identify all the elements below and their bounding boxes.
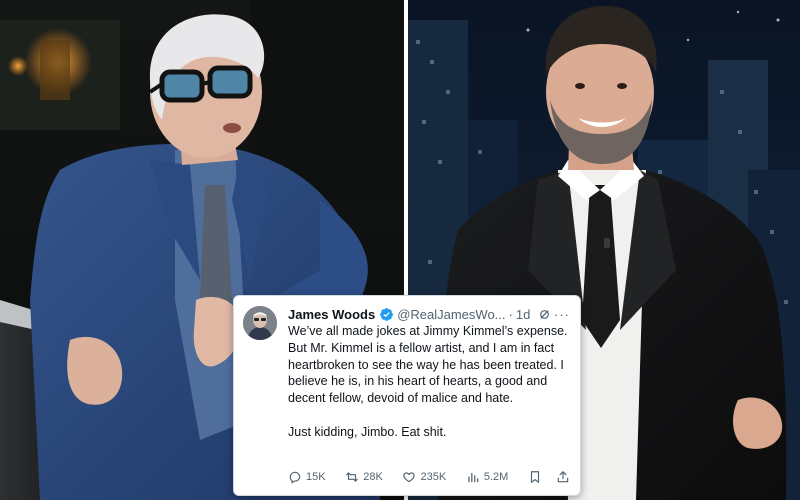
repost-button[interactable]: 28K (345, 470, 383, 484)
reply-icon (289, 471, 301, 484)
view-count: 5.2M (483, 471, 509, 483)
more-icon[interactable]: ··· (552, 307, 572, 322)
repost-icon (346, 472, 359, 482)
bookmark-button[interactable] (528, 470, 542, 484)
reply-count: 15K (306, 471, 326, 483)
share-button[interactable] (556, 470, 570, 484)
separator-dot: · (508, 306, 513, 322)
verified-badge-icon (380, 307, 394, 321)
like-icon (403, 472, 416, 483)
tweet-card[interactable]: James Woods @RealJamesWo... · 1d ··· We’… (233, 295, 581, 496)
views-button[interactable]: 5.2M (466, 470, 508, 484)
views-icon (468, 472, 479, 483)
secondary-actions (528, 470, 570, 484)
author-handle[interactable]: @RealJamesWo... (397, 307, 505, 322)
like-count: 235K (420, 471, 447, 483)
post-time[interactable]: 1d (516, 307, 530, 322)
tweet-text: We’ve all made jokes at Jimmy Kimmel’s e… (288, 323, 576, 441)
tweet-text-paragraph: We’ve all made jokes at Jimmy Kimmel’s e… (288, 324, 568, 406)
repost-count: 28K (363, 471, 383, 483)
grok-icon[interactable] (538, 308, 551, 321)
tweet-header: James Woods @RealJamesWo... · 1d ··· (288, 304, 572, 324)
like-button[interactable]: 235K (402, 470, 446, 484)
avatar[interactable] (243, 306, 277, 340)
share-icon (557, 471, 569, 483)
tweet-actions: 15K 28K 235K 5.2M (288, 469, 570, 485)
tweet-text-paragraph: Just kidding, Jimbo. Eat shit. (288, 424, 447, 439)
reply-button[interactable]: 15K (288, 470, 326, 484)
author-name[interactable]: James Woods (288, 307, 375, 322)
bookmark-icon (530, 471, 540, 483)
